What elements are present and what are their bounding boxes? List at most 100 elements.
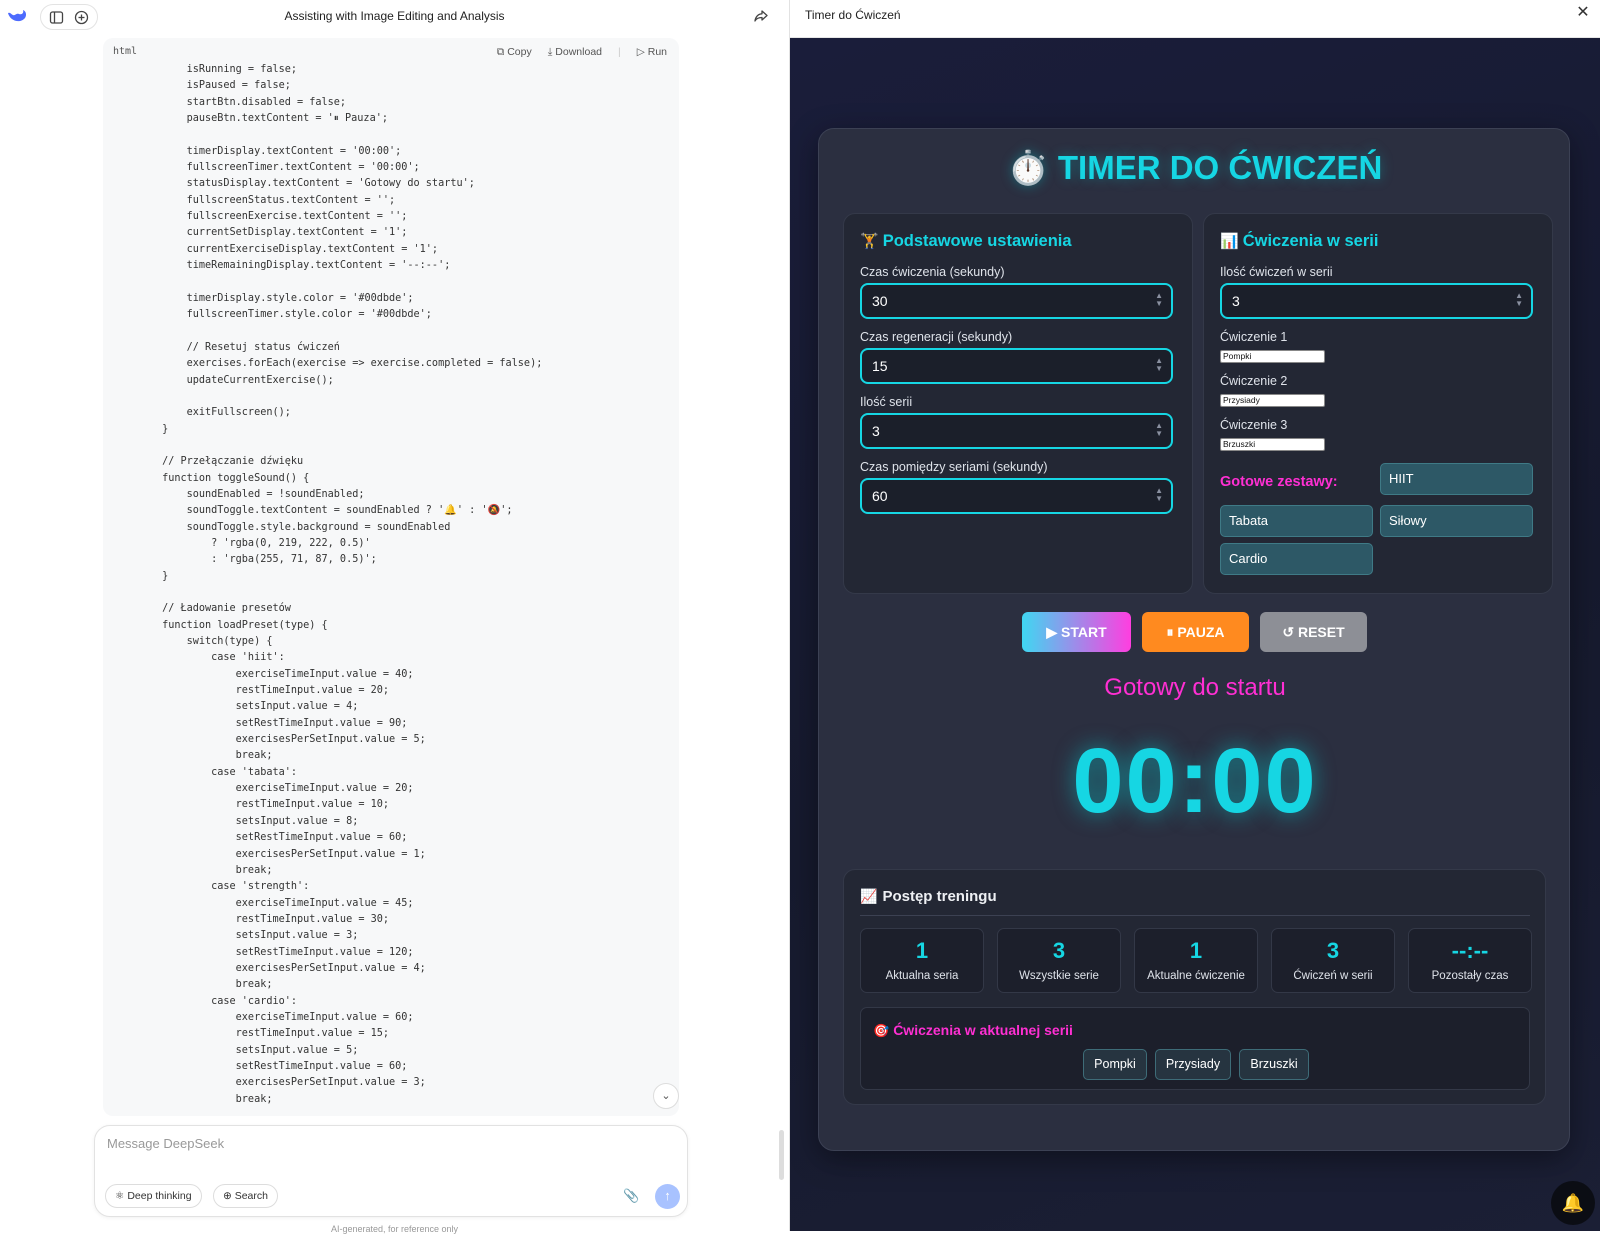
exercises-per-set-label: Ilość ćwiczeń w serii [1220,265,1333,279]
series-exercises-heading: 📊 Ćwiczenia w serii [1220,232,1378,251]
divider [860,915,1530,916]
deep-thinking-button[interactable]: ⚛ Deep thinking [105,1184,202,1208]
stat-label: Wszystkie serie [1019,970,1099,982]
exercise-time-input[interactable]: 30 ▲ ▼ [860,283,1173,319]
series-exercises-panel: 📊 Ćwiczenia w serii Ilość ćwiczeń w serii… [1203,213,1553,594]
stat-value: 1 [1189,938,1203,963]
stepper-icon[interactable]: ▲ ▼ [1155,422,1163,438]
rest-time-input[interactable]: 15 ▲ ▼ [860,348,1173,384]
series-exercises-title: Ćwiczenia w serii [1242,232,1379,250]
preview-title: Timer do Ćwiczeń [805,8,901,22]
run-label: Run [647,46,667,58]
copy-icon: ⧉ [496,46,508,58]
preview-stage: ⏱️ TIMER DO ĆWICZEŃ 🏋️ Podstawowe ustawie… [790,38,1600,1231]
timer-app: ⏱️ TIMER DO ĆWICZEŃ 🏋️ Podstawowe ustawie… [818,128,1570,1151]
search-button[interactable]: ⊕ Search [213,1184,278,1208]
stat-exercises-per-set: 3 Ćwiczeń w serii [1271,928,1395,993]
code-actions: ⧉ Copy ⤓ Download | ▷ Run [497,46,667,59]
stat-label: Aktualna seria [885,970,959,982]
stepper-icon[interactable]: ▲ ▼ [1155,487,1163,503]
paperclip-icon[interactable]: 📎 [623,1188,639,1204]
exercise-2-input[interactable]: Przysiady [1220,394,1325,407]
bell-icon: 🔔 [1561,1193,1585,1213]
exercises-per-set-input[interactable]: 3 ▲ ▼ [1220,283,1533,319]
sets-value: 3 [872,423,880,439]
set-rest-time-value: 60 [872,488,888,504]
send-button[interactable]: ↑ [655,1184,680,1209]
exercise-1-input[interactable]: Pompki [1220,350,1325,363]
exercise-chip: Pompki [1083,1049,1147,1080]
preset-strength-button[interactable]: Siłowy [1380,505,1533,537]
stat-total-sets: 3 Wszystkie serie [997,928,1121,993]
divider: | [618,46,621,58]
atom-icon: ⚛ [115,1190,128,1202]
chat-topbar: Assisting with Image Editing and Analysi… [0,0,789,32]
set-rest-time-label: Czas pomiędzy seriami (sekundy) [860,460,1048,474]
stat-label: Aktualne ćwiczenie [1147,970,1245,982]
download-button[interactable]: ⤓ Download [548,46,602,59]
stepper-icon[interactable]: ▲ ▼ [1155,357,1163,373]
stepper-icon[interactable]: ▲ ▼ [1515,292,1523,308]
training-progress-panel: 📈 Postęp treningu 1 Aktualna seria 3 Wszy… [843,869,1546,1105]
stat-label: Pozostały czas [1431,970,1509,982]
scrollbar[interactable] [779,1130,784,1180]
current-series-box: 🎯 Ćwiczenia w aktualnej serii Pompki Przy… [860,1007,1530,1090]
app-title: ⏱️ TIMER DO ĆWICZEŃ [819,149,1571,188]
pause-button[interactable]: ⏸ PAUZA [1142,612,1249,652]
copy-button[interactable]: ⧉ Copy [497,46,532,59]
stat-value: 3 [1326,938,1340,963]
stepper-icon[interactable]: ▲ ▼ [1155,292,1163,308]
sound-toggle-button[interactable]: 🔔 [1551,1181,1595,1225]
start-button[interactable]: ▶ START [1022,612,1131,652]
sets-input[interactable]: 3 ▲ ▼ [860,413,1173,449]
copy-label: Copy [507,46,532,58]
chat-title: Assisting with Image Editing and Analysi… [284,9,505,23]
run-icon: ▷ [636,46,648,58]
exercise-time-label: Czas ćwiczenia (sekundy) [860,265,1005,279]
basic-settings-title: Podstawowe ustawienia [882,232,1072,250]
basic-settings-heading: 🏋️ Podstawowe ustawienia [860,232,1072,251]
stat-value: --:-- [1451,938,1489,963]
scroll-down-button[interactable]: ⌄ [653,1083,679,1109]
set-rest-time-input[interactable]: 60 ▲ ▼ [860,478,1173,514]
stat-current-exercise: 1 Aktualne ćwiczenie [1134,928,1258,993]
share-icon[interactable] [753,8,769,24]
current-series-heading: 🎯 Ćwiczenia w aktualnej serii [873,1022,1073,1039]
chevron-down-icon: ⌄ [661,1090,671,1102]
bar-chart-icon: 📊 [1220,233,1239,250]
close-icon[interactable]: ✕ [1575,5,1591,21]
presets-label: Gotowe zestawy: [1220,474,1338,490]
current-series-title: Ćwiczenia w aktualnej serii [893,1022,1073,1038]
run-button[interactable]: ▷ Run [637,46,667,59]
search-label: Search [234,1190,268,1202]
rest-time-label: Czas regeneracji (sekundy) [860,330,1013,344]
stat-label: Ćwiczeń w serii [1293,970,1373,982]
reset-button[interactable]: ↺ RESET [1260,612,1367,652]
progress-title: Postęp treningu [882,888,997,905]
exercise-chip: Brzuszki [1239,1049,1309,1080]
exercise-time-value: 30 [872,293,888,309]
code-content[interactable]: isRunning = false; isPaused = false; sta… [113,62,542,1108]
disclaimer: AI-generated, for reference only [330,1224,459,1234]
progress-heading: 📈 Postęp treningu [860,888,997,905]
exercise-3-input[interactable]: Brzuszki [1220,438,1325,451]
exercise-1-label: Ćwiczenie 1 [1220,330,1288,344]
stopwatch-icon: ⏱️ [1007,149,1049,186]
message-input[interactable] [107,1136,667,1166]
code-language: html [113,46,138,57]
deep-thinking-label: Deep thinking [127,1190,192,1202]
weightlifter-icon: 🏋️ [860,233,879,250]
exercise-3-label: Ćwiczenie 3 [1220,418,1288,432]
exercise-2-label: Ćwiczenie 2 [1220,374,1288,388]
stat-value: 3 [1052,938,1066,963]
preset-tabata-button[interactable]: Tabata [1220,505,1373,537]
arrow-up-icon: ↑ [664,1188,671,1203]
basic-settings-panel: 🏋️ Podstawowe ustawienia Czas ćwiczenia (… [843,213,1193,594]
app-title-text: TIMER DO ĆWICZEŃ [1057,149,1383,186]
rest-time-value: 15 [872,358,888,374]
preset-hiit-button[interactable]: HIIT [1380,463,1533,495]
preset-cardio-button[interactable]: Cardio [1220,543,1373,575]
exercise-chip: Przysiady [1155,1049,1231,1080]
preview-panel: Timer do Ćwiczeń ✕ ⏱️ TIMER DO ĆWICZEŃ 🏋… [789,0,1600,1231]
trend-chart-icon: 📈 [860,888,878,904]
